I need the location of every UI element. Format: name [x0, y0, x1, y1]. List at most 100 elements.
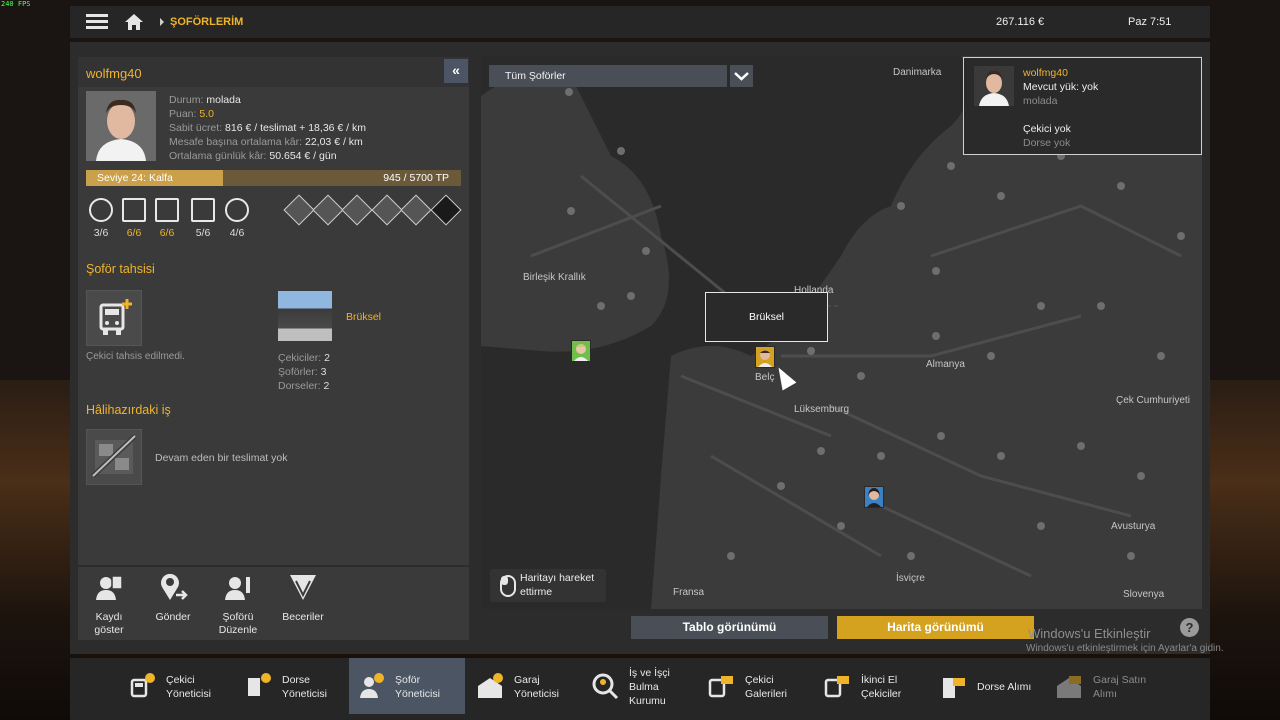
collapse-panel-button[interactable]: « — [444, 59, 468, 83]
skill-fragile[interactable]: 6/6 — [151, 198, 183, 239]
skill-navigation[interactable]: 3/6 — [85, 198, 117, 239]
send-button[interactable]: Gönder — [143, 573, 203, 624]
assign-truck-slot[interactable] — [86, 290, 142, 346]
city-tooltip: Brüksel — [705, 292, 828, 342]
map-label-uk: Birleşik Krallık — [523, 272, 586, 283]
nav-label-line: Kurumu — [629, 695, 666, 707]
garage-purchase-icon — [1057, 676, 1081, 698]
card-status: molada — [1023, 95, 1058, 107]
nav-garage-purchase[interactable]: Garaj Satın Alımı — [1047, 658, 1159, 714]
trailers-label: Dorseler: — [278, 380, 321, 392]
skill-value: 6/6 — [126, 227, 142, 239]
adr-class-3-icon[interactable] — [341, 194, 373, 226]
skill-cargo-bonus[interactable]: 6/6 — [118, 198, 150, 239]
hint-line: Haritayı hareket — [520, 572, 595, 584]
driver-pin-green[interactable] — [571, 340, 591, 362]
garage-city[interactable]: Brüksel — [346, 311, 381, 323]
daily-profit-value: 50.654 € / gün — [269, 150, 337, 162]
nav-label-line: Garaj Satın — [1093, 674, 1147, 686]
money-balance: 267.116 € — [996, 16, 1045, 28]
nav-label-line: İş ve İşçi — [629, 667, 670, 679]
trucks-value: 2 — [324, 352, 330, 364]
nav-truck-dealers[interactable]: Çekici Galerileri — [699, 658, 809, 714]
help-button[interactable]: ? — [1180, 618, 1199, 637]
nav-trailer-purchase[interactable]: Dorse Alımı — [931, 658, 1043, 714]
trailers-value: 2 — [323, 380, 330, 392]
status-value: molada — [206, 94, 241, 106]
fixed-fee-value: 816 € / teslimat + 18,36 € / km — [225, 122, 366, 134]
nav-label-line: İkinci El — [861, 674, 898, 686]
garage-gear-icon — [478, 673, 503, 698]
breadcrumb[interactable]: ŞOFÖRLERİM — [170, 16, 243, 28]
drivers-label: Şoförler: — [278, 366, 318, 378]
driver-gear-icon — [360, 673, 384, 698]
skills-icon — [290, 575, 316, 600]
home-icon[interactable] — [124, 12, 144, 32]
driver-avatar-icon — [758, 350, 772, 367]
fps-counter: 240 FPS — [1, 0, 31, 8]
nav-job-agency[interactable]: İş ve İşçi Bulma Kurumu — [583, 658, 693, 714]
map-view-button[interactable]: Harita görünümü — [837, 616, 1034, 639]
map-label-luxembourg: Lüksemburg — [794, 404, 850, 415]
map-label-france: Fransa — [673, 587, 705, 598]
per-km-label: Mesafe başına ortalama kâr: — [169, 136, 303, 148]
nav-label-line: Dorse Alımı — [977, 681, 1032, 693]
daily-profit-label: Ortalama günlük kâr: — [169, 150, 267, 162]
driver-pin-blue[interactable] — [864, 486, 884, 508]
nav-driver-manager[interactable]: Şoför Yöneticisi — [349, 658, 465, 714]
current-job-slot — [86, 429, 142, 485]
fixed-fee-label: Sabit ücret: — [169, 122, 223, 134]
hamburger-menu-icon[interactable] — [86, 12, 108, 32]
per-km-value: 22,03 € / km — [305, 136, 363, 148]
table-view-button[interactable]: Tablo görünümü — [631, 616, 828, 639]
chevron-down-icon — [734, 72, 749, 81]
adr-class-8-icon[interactable] — [430, 194, 462, 226]
nav-label-line: Şoför — [395, 674, 421, 686]
show-log-button[interactable]: Kaydı göster — [79, 573, 139, 637]
current-job-title: Hâlihazırdaki iş — [86, 403, 171, 417]
driver-filter-select[interactable]: Tüm Şoförler — [489, 65, 727, 87]
action-label: Beceriler — [282, 611, 324, 623]
adr-class-1-icon[interactable] — [283, 194, 315, 226]
rating-value: 5.0 — [199, 108, 214, 120]
garage-image[interactable] — [278, 291, 332, 341]
windows-activation-subtitle: Windows'u etkinleştirmek için Ayarlar'a … — [1026, 643, 1224, 654]
adr-class-2-icon[interactable] — [312, 194, 344, 226]
action-label: Şoförü — [222, 611, 254, 623]
map-pin-icon — [89, 198, 113, 222]
map-label-denmark: Danimarka — [893, 67, 942, 78]
used-truck-icon — [824, 676, 849, 698]
skill-value: 4/6 — [229, 227, 245, 239]
nav-label-line: Çekici — [745, 674, 774, 686]
action-label: Düzenle — [218, 624, 258, 636]
adr-class-4-icon[interactable] — [371, 194, 403, 226]
driver-name: wolfmg40 — [86, 66, 142, 81]
skill-value: 5/6 — [195, 227, 211, 239]
skill-value: 6/6 — [159, 227, 175, 239]
adr-class-6-icon[interactable] — [400, 194, 432, 226]
nav-label: Çekici Yöneticisi — [166, 673, 211, 701]
skills-button[interactable]: Beceriler — [273, 573, 333, 624]
nav-used-trucks[interactable]: İkinci El Çekiciler — [815, 658, 925, 714]
driver-pin-selected[interactable] — [755, 346, 775, 368]
nav-label-line: Yöneticisi — [282, 688, 327, 700]
game-time: Paz 7:51 — [1128, 16, 1172, 28]
truck-dealer-icon — [708, 676, 733, 698]
skill-urgent[interactable]: 5/6 — [187, 198, 219, 239]
action-label: Gönder — [155, 611, 191, 623]
map-label-austria: Avusturya — [1111, 521, 1156, 532]
map-label-slovenia: Slovenya — [1123, 589, 1165, 600]
nav-trailer-manager[interactable]: Dorse Yöneticisi — [236, 658, 346, 714]
map-label-germany: Almanya — [926, 359, 965, 370]
rating-label: Puan: — [169, 108, 197, 120]
edit-driver-button[interactable]: Şoförü Düzenle — [208, 573, 268, 637]
driver-stats: Durum: molada Puan: 5.0 Sabit ücret: 816… — [169, 93, 366, 163]
job-search-icon — [592, 673, 619, 700]
nav-truck-manager[interactable]: Çekici Yöneticisi — [120, 658, 230, 714]
driver-avatar-icon — [867, 488, 881, 507]
skill-eco[interactable]: 4/6 — [221, 198, 253, 239]
nav-label: Şoför Yöneticisi — [395, 673, 440, 701]
nav-label: İkinci El Çekiciler — [861, 673, 901, 701]
filter-dropdown-button[interactable] — [730, 65, 753, 87]
nav-garage-manager[interactable]: Garaj Yöneticisi — [468, 658, 578, 714]
